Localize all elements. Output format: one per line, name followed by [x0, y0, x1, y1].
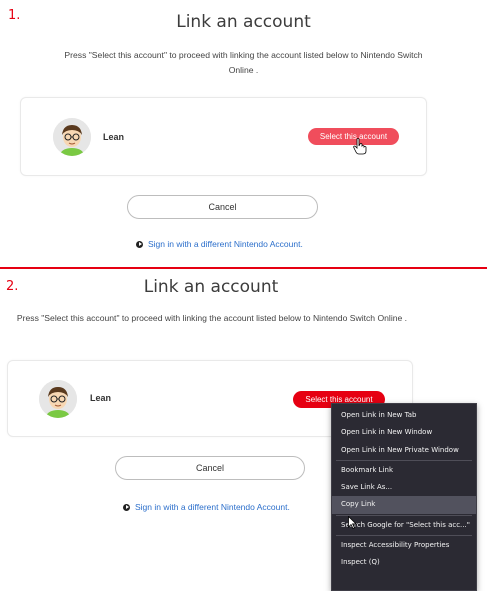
hand-pointer-icon	[353, 138, 367, 155]
cancel-button[interactable]: Cancel	[127, 195, 318, 219]
mii-avatar-icon	[39, 380, 77, 418]
menu-save-link-as[interactable]: Save Link As...	[332, 479, 476, 496]
menu-open-new-window[interactable]: Open Link in New Window	[332, 424, 476, 441]
page-title: Link an account	[143, 277, 279, 297]
context-menu: Open Link in New Tab Open Link in New Wi…	[331, 403, 477, 591]
menu-open-private-window[interactable]: Open Link in New Private Window	[332, 442, 476, 459]
alt-account-link[interactable]: Sign in with a different Nintendo Accoun…	[123, 502, 290, 512]
menu-copy-link[interactable]: Copy Link	[332, 496, 476, 514]
alt-account-link[interactable]: Sign in with a different Nintendo Accoun…	[136, 239, 303, 249]
page-description: Press "Select this account" to proceed w…	[64, 50, 423, 75]
menu-bookmark-link[interactable]: Bookmark Link	[332, 462, 476, 479]
page-description: Press "Select this account" to proceed w…	[16, 313, 408, 323]
arrow-cursor-icon	[348, 516, 357, 529]
alt-account-link-text[interactable]: Sign in with a different Nintendo Accoun…	[148, 239, 303, 249]
section-divider	[0, 267, 487, 269]
menu-inspect-accessibility[interactable]: Inspect Accessibility Properties	[332, 537, 476, 554]
menu-separator	[336, 459, 472, 461]
account-name: Lean	[90, 393, 112, 403]
alt-account-link-text[interactable]: Sign in with a different Nintendo Accoun…	[135, 502, 290, 512]
page-title: Link an account	[176, 12, 311, 32]
menu-separator	[336, 535, 472, 537]
menu-inspect[interactable]: Inspect (Q)	[332, 554, 476, 571]
mii-avatar-icon	[53, 118, 91, 156]
cancel-button[interactable]: Cancel	[115, 456, 305, 480]
arrow-circle-icon	[123, 503, 130, 511]
account-name: Lean	[103, 132, 125, 142]
menu-open-new-tab[interactable]: Open Link in New Tab	[332, 407, 476, 424]
arrow-circle-icon	[136, 240, 143, 248]
account-card: Lean Select this account	[20, 97, 427, 176]
